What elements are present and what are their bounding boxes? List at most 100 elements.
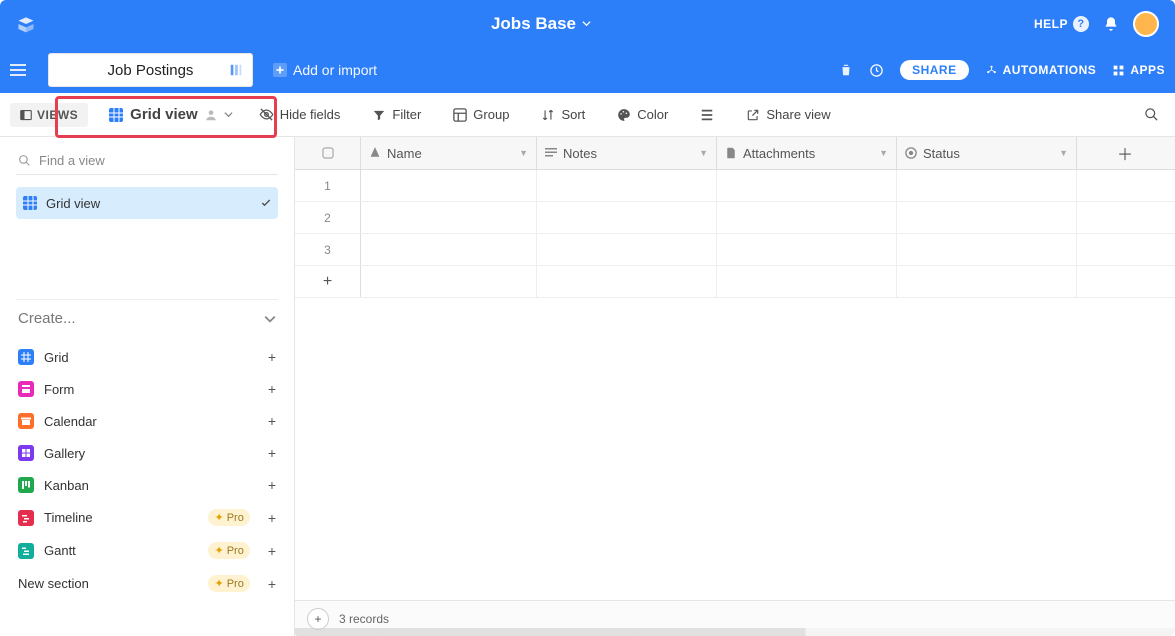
help-button[interactable]: HELP ? bbox=[1034, 16, 1089, 32]
user-avatar[interactable] bbox=[1133, 11, 1159, 37]
plus-icon: + bbox=[268, 413, 276, 429]
sort-button[interactable]: Sort bbox=[535, 103, 591, 126]
trash-icon[interactable] bbox=[839, 63, 853, 77]
column-header-attachments[interactable]: Attachments ▼ bbox=[717, 137, 897, 169]
table-row[interactable]: 1 bbox=[295, 170, 1175, 202]
row-number: 3 bbox=[295, 234, 361, 265]
create-view-form[interactable]: Form + bbox=[16, 373, 278, 405]
create-view-grid[interactable]: Grid + bbox=[16, 341, 278, 373]
cell[interactable] bbox=[717, 170, 897, 201]
gallery-view-icon bbox=[18, 445, 34, 461]
history-icon[interactable] bbox=[869, 63, 884, 78]
share-button[interactable]: SHARE bbox=[900, 60, 969, 80]
views-toggle-button[interactable]: VIEWS bbox=[10, 103, 88, 127]
table-tabs-bar: Add or import SHARE AUTOMATIONS APPS bbox=[0, 47, 1175, 93]
cell[interactable] bbox=[537, 234, 717, 265]
color-label: Color bbox=[637, 107, 668, 122]
paint-icon bbox=[617, 108, 631, 122]
create-view-gallery[interactable]: Gallery + bbox=[16, 437, 278, 469]
create-new-section[interactable]: New section ✦Pro + bbox=[16, 567, 278, 600]
row-height-button[interactable] bbox=[694, 104, 720, 126]
kanban-view-icon bbox=[18, 477, 34, 493]
plus-icon: + bbox=[268, 445, 276, 461]
record-count: 3 records bbox=[339, 612, 389, 626]
cell[interactable] bbox=[537, 170, 717, 201]
column-label: Status bbox=[923, 146, 960, 161]
select-all-checkbox[interactable] bbox=[295, 137, 361, 169]
column-header-status[interactable]: Status ▼ bbox=[897, 137, 1077, 169]
sort-icon bbox=[541, 108, 555, 122]
create-view-timeline[interactable]: Timeline ✦Pro + bbox=[16, 501, 278, 534]
cell[interactable] bbox=[717, 202, 897, 233]
automations-label: AUTOMATIONS bbox=[1003, 63, 1097, 77]
sidebar-icon bbox=[20, 109, 32, 121]
filter-button[interactable]: Filter bbox=[366, 103, 427, 126]
help-icon: ? bbox=[1073, 16, 1089, 32]
plus-icon: + bbox=[268, 349, 276, 365]
chevron-down-icon: ▼ bbox=[1059, 148, 1068, 158]
sparkle-icon bbox=[229, 63, 243, 77]
base-title-dropdown[interactable]: Jobs Base bbox=[491, 14, 591, 34]
find-view-input[interactable]: Find a view bbox=[16, 147, 278, 175]
add-record-circle-button[interactable]: + bbox=[307, 608, 329, 630]
group-icon bbox=[453, 108, 467, 122]
add-column-button[interactable]: ＋ bbox=[1077, 137, 1173, 169]
apps-icon bbox=[1112, 64, 1125, 77]
gantt-view-icon bbox=[18, 543, 34, 559]
automations-icon bbox=[985, 64, 998, 77]
grid-footer: + 3 records bbox=[295, 600, 1175, 636]
plus-icon: + bbox=[268, 543, 276, 559]
cell[interactable] bbox=[897, 202, 1077, 233]
grid-header-row: Name ▼ Notes ▼ Attachments ▼ Status ▼ bbox=[295, 137, 1175, 170]
add-or-import-button[interactable]: Add or import bbox=[273, 62, 377, 78]
hamburger-menu-icon[interactable] bbox=[10, 64, 32, 76]
cell[interactable] bbox=[361, 202, 537, 233]
create-view-calendar[interactable]: Calendar + bbox=[16, 405, 278, 437]
plus-icon: + bbox=[268, 576, 276, 592]
calendar-view-icon bbox=[18, 413, 34, 429]
create-view-kanban[interactable]: Kanban + bbox=[16, 469, 278, 501]
horizontal-scrollbar[interactable] bbox=[295, 628, 1175, 636]
column-header-notes[interactable]: Notes ▼ bbox=[537, 137, 717, 169]
column-header-name[interactable]: Name ▼ bbox=[361, 137, 537, 169]
table-tab-editing[interactable] bbox=[48, 53, 253, 87]
form-view-icon bbox=[18, 381, 34, 397]
group-label: Group bbox=[473, 107, 509, 122]
table-row[interactable]: 2 bbox=[295, 202, 1175, 234]
share-view-button[interactable]: Share view bbox=[740, 103, 836, 126]
table-row[interactable]: 3 bbox=[295, 234, 1175, 266]
help-label: HELP bbox=[1034, 17, 1068, 31]
search-icon[interactable] bbox=[1144, 107, 1159, 122]
notifications-icon[interactable] bbox=[1103, 16, 1119, 32]
pro-badge: ✦Pro bbox=[208, 509, 249, 526]
cell[interactable] bbox=[537, 202, 717, 233]
cell[interactable] bbox=[361, 234, 537, 265]
airtable-logo-icon[interactable] bbox=[16, 14, 36, 34]
cell[interactable] bbox=[897, 170, 1077, 201]
share-icon bbox=[746, 108, 760, 122]
create-option-label: Form bbox=[44, 382, 74, 397]
group-button[interactable]: Group bbox=[447, 103, 515, 126]
table-name-input[interactable] bbox=[58, 62, 243, 79]
view-item-grid[interactable]: Grid view bbox=[16, 187, 278, 219]
grid-view-icon bbox=[22, 195, 38, 211]
plus-icon: + bbox=[268, 510, 276, 526]
row-number: 2 bbox=[295, 202, 361, 233]
row-height-icon bbox=[700, 108, 714, 122]
cell[interactable] bbox=[897, 234, 1077, 265]
apps-button[interactable]: APPS bbox=[1112, 63, 1165, 77]
chevron-down-icon bbox=[582, 19, 591, 28]
create-section-header[interactable]: Create... bbox=[16, 299, 278, 337]
color-button[interactable]: Color bbox=[611, 103, 674, 126]
current-view-picker[interactable]: Grid view bbox=[108, 106, 233, 123]
add-row-button[interactable]: + bbox=[295, 266, 1175, 298]
create-option-label: Gantt bbox=[44, 543, 76, 558]
automations-button[interactable]: AUTOMATIONS bbox=[985, 63, 1097, 77]
create-view-gantt[interactable]: Gantt ✦Pro + bbox=[16, 534, 278, 567]
attachment-icon bbox=[725, 147, 737, 159]
hide-fields-button[interactable]: Hide fields bbox=[253, 103, 347, 126]
sort-label: Sort bbox=[561, 107, 585, 122]
cell[interactable] bbox=[717, 234, 897, 265]
create-option-label: Gallery bbox=[44, 446, 85, 461]
cell[interactable] bbox=[361, 170, 537, 201]
